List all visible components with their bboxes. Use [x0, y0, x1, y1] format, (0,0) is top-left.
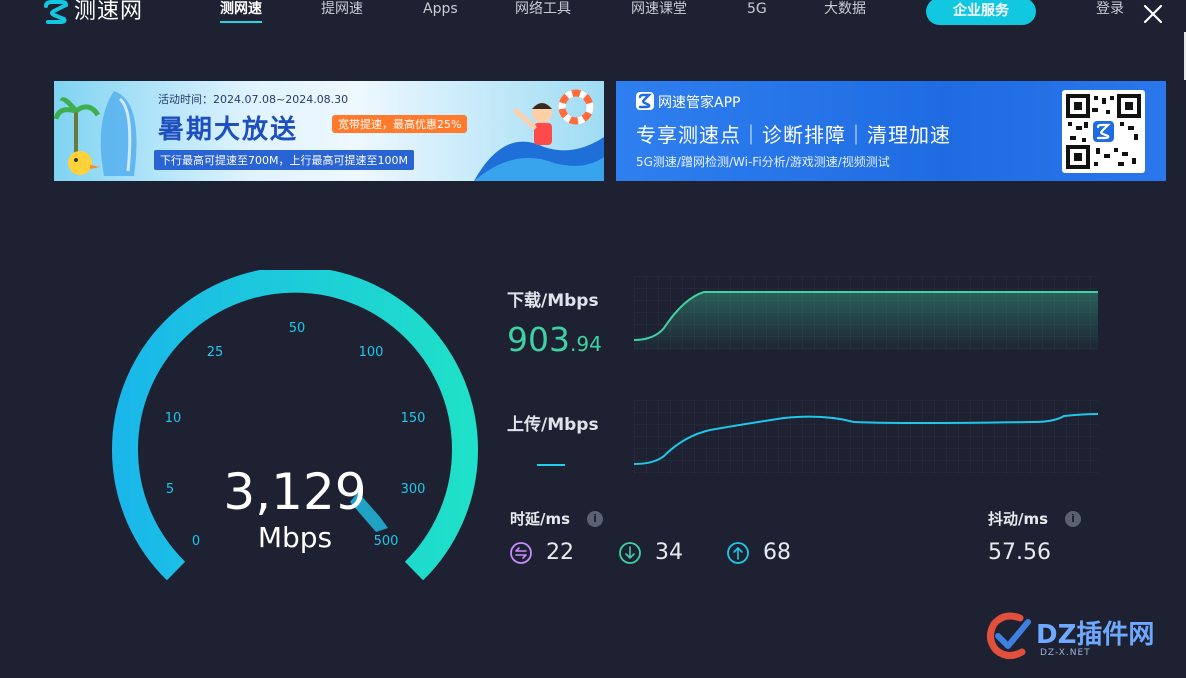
upload-chart	[634, 400, 1098, 474]
nav-network-tools[interactable]: 网络工具	[515, 0, 571, 18]
upload-label: 上传/Mbps	[507, 415, 599, 435]
nav-boost-speed[interactable]: 提网速	[321, 0, 363, 18]
nav-big-data[interactable]: 大数据	[824, 0, 866, 18]
gauge-tick-25: 25	[207, 345, 224, 360]
nav-5g[interactable]: 5G	[747, 0, 767, 18]
jitter-label: 抖动/ms	[988, 510, 1049, 528]
top-nav: 测速网 测网速 提网速 Apps 网络工具 网速课堂 5G 大数据 企业服务 登…	[0, 0, 1186, 40]
promo-badge: 宽带提速，最高优惠25%	[332, 115, 468, 133]
download-value-int: 903	[507, 320, 570, 359]
nav-speed-class[interactable]: 网速课堂	[631, 0, 687, 18]
latency-label: 时延/ms	[510, 510, 571, 528]
speed-unit: Mbps	[257, 521, 333, 554]
download-chart	[634, 276, 1098, 350]
watermark-text: DZ插件网	[1036, 620, 1155, 650]
close-icon[interactable]	[1142, 3, 1164, 25]
app-promo-banner[interactable]: 网速管家APP 专享测速点｜诊断排障｜清理加速 5G测速/蹭网检测/Wi-Fi分…	[616, 81, 1166, 181]
download-value: 903.94	[507, 320, 602, 364]
app-logo-icon	[636, 92, 654, 110]
gauge-tick-300: 300	[401, 482, 426, 497]
ping-metric: 22	[510, 540, 574, 565]
watermark: DZ插件网 DZ-X.NET	[984, 608, 1174, 668]
download-value-dec: .94	[570, 332, 602, 356]
gauge-tick-10: 10	[165, 411, 182, 426]
ping-icon	[510, 541, 532, 564]
download-latency-value: 34	[655, 540, 683, 565]
promo-subtitle: 下行最高可提速至700M，上行最高可提速至100M	[154, 150, 414, 170]
download-latency-metric: 34	[619, 540, 683, 565]
upload-latency-value: 68	[763, 540, 791, 565]
qr-code	[1062, 90, 1145, 173]
promo-date: 活动时间：2024.07.08~2024.08.30	[158, 93, 349, 106]
watermark-subtext: DZ-X.NET	[1040, 648, 1091, 658]
gauge-tick-150: 150	[401, 411, 426, 426]
nav-apps[interactable]: Apps	[423, 0, 458, 18]
upload-pending-indicator	[537, 464, 565, 466]
surfer-illustration	[474, 89, 604, 181]
arrow-up-icon	[727, 541, 749, 564]
jitter-value: 57.56	[988, 540, 1051, 565]
gauge-tick-50: 50	[289, 321, 306, 336]
site-logo[interactable]: 测速网	[42, 0, 143, 24]
arrow-down-icon	[619, 541, 641, 564]
enterprise-service-button[interactable]: 企业服务	[926, 0, 1036, 25]
speed-value: 3,129	[223, 463, 367, 521]
logo-text: 测速网	[74, 0, 144, 24]
latency-info-icon[interactable]: i	[587, 511, 603, 527]
ping-value: 22	[546, 540, 574, 565]
app-name: 网速管家APP	[658, 95, 741, 111]
beach-illustration	[54, 91, 137, 176]
logo-icon	[44, 0, 69, 24]
summer-promo-banner[interactable]: 活动时间：2024.07.08~2024.08.30 暑期大放送 宽带提速，最高…	[54, 81, 604, 181]
app-subtitle: 5G测速/蹭网检测/Wi-Fi分析/游戏测速/视频测试	[636, 155, 890, 169]
nav-active-indicator	[220, 21, 262, 23]
nav-speed-test[interactable]: 测网速	[220, 0, 262, 18]
upload-latency-metric: 68	[727, 540, 791, 565]
watermark-logo-icon	[987, 612, 1031, 659]
gauge-tick-100: 100	[359, 345, 384, 360]
gauge-tick-5: 5	[166, 482, 174, 497]
download-label: 下载/Mbps	[507, 291, 599, 311]
jitter-info-icon[interactable]: i	[1065, 511, 1081, 527]
promo-title: 暑期大放送	[158, 115, 299, 145]
login-link[interactable]: 登录	[1096, 0, 1124, 18]
app-features: 专享测速点｜诊断排障｜清理加速	[636, 123, 951, 147]
